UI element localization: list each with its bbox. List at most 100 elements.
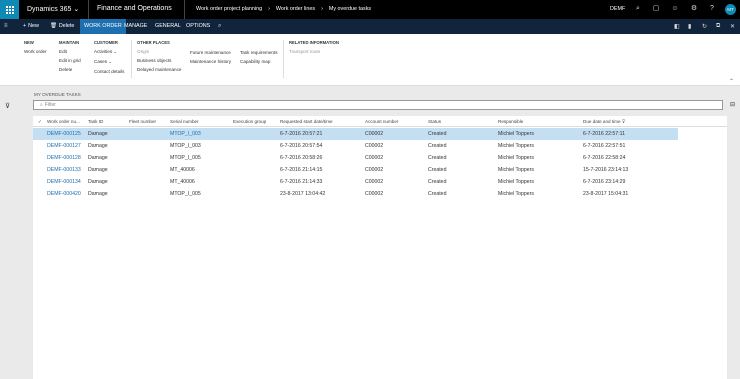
cell-responsible: Michiel Toppers bbox=[498, 179, 534, 185]
delete-ribbon-button[interactable]: Delete bbox=[59, 67, 81, 72]
chat-icon[interactable]: ▢ bbox=[652, 5, 660, 13]
cases-menu[interactable]: Cases ⌄ bbox=[94, 59, 124, 65]
cell-serial-number: MT_40006 bbox=[170, 179, 195, 185]
app-switcher[interactable]: Dynamics 365 ⌄ bbox=[27, 5, 79, 13]
hamburger-icon[interactable]: ≡ bbox=[4, 23, 8, 29]
search-icon[interactable]: ⌕ bbox=[218, 23, 221, 30]
side-panel-toggle-icon[interactable]: ⊟ bbox=[730, 101, 735, 108]
cell-work-order[interactable]: DEMF-000128 bbox=[47, 155, 81, 161]
tab-general[interactable]: GENERAL bbox=[155, 23, 181, 29]
gear-icon[interactable]: ⚙ bbox=[690, 5, 698, 13]
company-picker[interactable]: DEMF bbox=[610, 6, 625, 12]
filter-placeholder: Filter bbox=[44, 102, 56, 108]
cell-account-number: C00002 bbox=[365, 143, 384, 149]
new-button[interactable]: + New bbox=[23, 23, 39, 29]
filter-input[interactable]: ⌕ Filter bbox=[33, 100, 723, 110]
cell-work-order[interactable]: DEMF-000420 bbox=[47, 191, 81, 197]
cell-account-number: C00002 bbox=[365, 131, 384, 137]
cell-requested-start: 6-7-2016 21:14:15 bbox=[280, 167, 323, 173]
ribbon-group-other-places-col3: Task requirements Capability map bbox=[240, 50, 278, 68]
delete-label: Delete bbox=[58, 23, 75, 29]
group-header: RELATED INFORMATION bbox=[289, 40, 339, 45]
breadcrumb-separator-icon: › bbox=[268, 6, 270, 12]
task-requirements-button[interactable]: Task requirements bbox=[240, 50, 278, 55]
column-header-execution-group[interactable]: Execution group bbox=[233, 119, 266, 124]
cell-work-order[interactable]: DEMF-000134 bbox=[47, 179, 81, 185]
cell-requested-start: 6-7-2016 20:57:21 bbox=[280, 131, 323, 137]
breadcrumb-item-planning[interactable]: Work order project planning bbox=[196, 6, 262, 12]
activities-label: Activities bbox=[94, 49, 113, 54]
delayed-maintenance-button[interactable]: Delayed maintenance bbox=[137, 67, 181, 72]
column-header-serial-number[interactable]: Serial number bbox=[170, 119, 199, 124]
future-maintenance-button[interactable]: Future maintenance bbox=[190, 50, 231, 55]
column-header-work-order[interactable]: Work order nu... bbox=[47, 119, 80, 124]
cell-requested-start: 6-7-2016 20:58:26 bbox=[280, 155, 323, 161]
table-row[interactable]: DEMF-000127 Damage MTOP_I_003 6-7-2016 20:5… bbox=[33, 140, 678, 152]
cell-account-number: C00002 bbox=[365, 191, 384, 197]
column-header-fleet-number[interactable]: Fleet number bbox=[129, 119, 156, 124]
cell-account-number: C00002 bbox=[365, 167, 384, 173]
table-row[interactable]: DEMF-000134 Damage MT_40006 6-7-2016 21:14:… bbox=[33, 176, 678, 188]
help-icon[interactable]: ? bbox=[708, 5, 716, 13]
tab-work-order[interactable]: WORK ORDER bbox=[80, 19, 126, 34]
maintenance-history-button[interactable]: Maintenance history bbox=[190, 59, 231, 64]
contact-details-button[interactable]: Contact details bbox=[94, 69, 124, 74]
breadcrumb-item-current[interactable]: My overdue tasks bbox=[329, 6, 371, 12]
tasks-grid: ✓ Work order nu... Task ID Fleet number … bbox=[33, 116, 727, 379]
refresh-icon[interactable]: ↻ bbox=[702, 23, 707, 30]
avatar[interactable]: MT bbox=[725, 4, 736, 15]
cell-responsible: Michiel Toppers bbox=[498, 167, 534, 173]
business-objects-button[interactable]: Business objects bbox=[137, 58, 181, 63]
column-header-due-date[interactable]: Due date and time ⊽ bbox=[583, 119, 625, 125]
cell-due-date: 6-7-2016 22:58:24 bbox=[583, 155, 626, 161]
attachment-icon[interactable]: ▮ bbox=[688, 23, 691, 30]
table-row[interactable]: DEMF-000125 Damage MTOP_I_003 6-7-2016 20:5… bbox=[33, 128, 678, 140]
delete-button[interactable]: 🗑 Delete bbox=[50, 23, 74, 29]
search-icon[interactable]: ⌕ bbox=[634, 5, 642, 13]
cell-task-id: Damage bbox=[88, 143, 108, 149]
activities-menu[interactable]: Activities ⌄ bbox=[94, 49, 124, 55]
office-icon[interactable]: ◧ bbox=[674, 23, 680, 30]
filter-icon[interactable]: ⊽ bbox=[5, 102, 10, 110]
table-row[interactable]: DEMF-000133 Damage MT_40006 6-7-2016 21:14:… bbox=[33, 164, 678, 176]
cell-serial-number: MTOP_I_003 bbox=[170, 143, 201, 149]
column-header-account-number[interactable]: Account number bbox=[365, 119, 398, 124]
cell-work-order[interactable]: DEMF-000127 bbox=[47, 143, 81, 149]
cell-task-id: Damage bbox=[88, 191, 108, 197]
app-launcher-button[interactable] bbox=[0, 0, 19, 19]
cell-work-order[interactable]: DEMF-000125 bbox=[47, 131, 81, 137]
cell-status: Created bbox=[428, 155, 447, 161]
transport-route-button[interactable]: Transport route bbox=[289, 49, 339, 54]
close-icon[interactable]: ✕ bbox=[730, 23, 735, 30]
cell-requested-start: 23-8-2017 13:04:42 bbox=[280, 191, 326, 197]
origin-button[interactable]: Origin bbox=[137, 49, 181, 54]
panel-title: MY OVERDUE TASKS bbox=[34, 92, 81, 97]
tab-options[interactable]: OPTIONS bbox=[186, 23, 210, 29]
select-all-checkbox[interactable]: ✓ bbox=[38, 119, 42, 125]
column-header-requested-start[interactable]: Requested start date/time bbox=[280, 119, 333, 124]
work-order-button[interactable]: Work order bbox=[24, 49, 47, 54]
table-row[interactable]: DEMF-000420 Damage MTOP_I_005 23-8-2017 13:… bbox=[33, 188, 678, 200]
table-row[interactable]: DEMF-000128 Damage MTOP_I_005 6-7-2016 20:5… bbox=[33, 152, 678, 164]
ribbon-group-other-places-col2: Future maintenance Maintenance history bbox=[190, 50, 231, 68]
cell-serial-number[interactable]: MTOP_I_003 bbox=[170, 131, 201, 137]
cell-work-order[interactable]: DEMF-000133 bbox=[47, 167, 81, 173]
breadcrumb-item-lines[interactable]: Work order lines bbox=[276, 6, 315, 12]
edit-in-grid-button[interactable]: Edit in grid bbox=[59, 58, 81, 63]
capability-map-button[interactable]: Capability map bbox=[240, 59, 278, 64]
tab-manage[interactable]: MANAGE bbox=[124, 23, 147, 29]
divider bbox=[283, 40, 284, 78]
cell-status: Created bbox=[428, 131, 447, 137]
due-date-header-label: Due date and time bbox=[583, 119, 621, 124]
smiley-icon[interactable]: ☺ bbox=[671, 5, 679, 13]
column-header-task-id[interactable]: Task ID bbox=[88, 119, 103, 124]
cell-responsible: Michiel Toppers bbox=[498, 155, 534, 161]
edit-button[interactable]: Edit bbox=[59, 49, 81, 54]
cell-responsible: Michiel Toppers bbox=[498, 191, 534, 197]
open-new-window-icon[interactable]: ⧉ bbox=[716, 23, 720, 30]
action-pane: ≡ + New 🗑 Delete WORK ORDER MANAGE GENERAL… bbox=[0, 19, 740, 34]
column-header-responsible[interactable]: Responsible bbox=[498, 119, 523, 124]
column-header-status[interactable]: Status bbox=[428, 119, 441, 124]
collapse-ribbon-icon[interactable]: ⌃ bbox=[729, 78, 734, 85]
cell-due-date: 6-7-2016 22:57:11 bbox=[583, 131, 626, 137]
